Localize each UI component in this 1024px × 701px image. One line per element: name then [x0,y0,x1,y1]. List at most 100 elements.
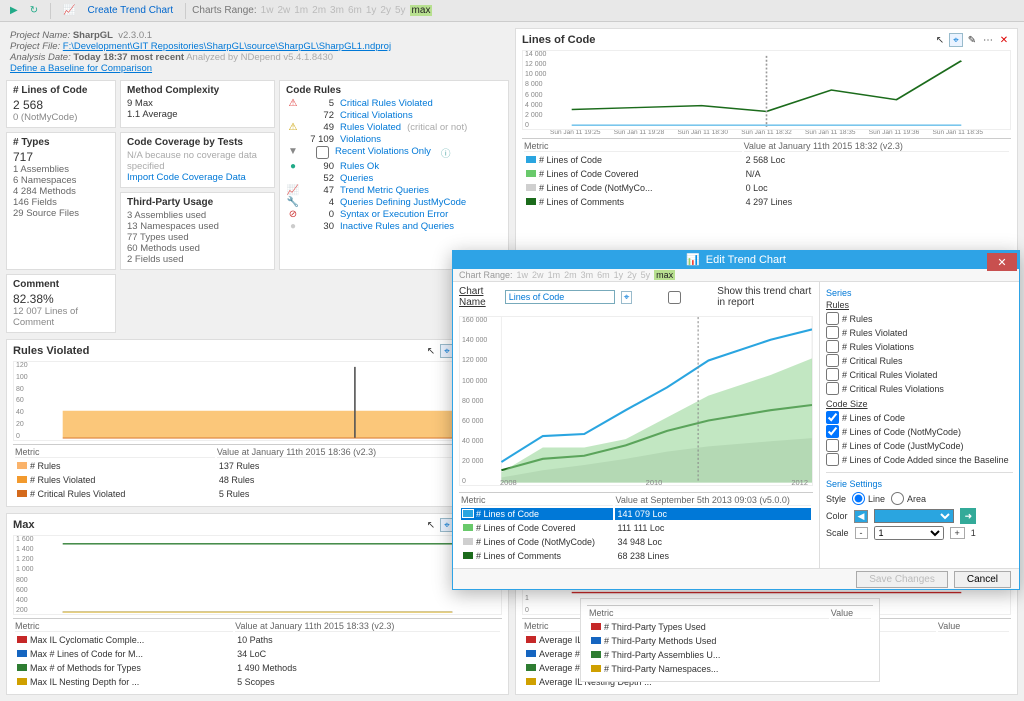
table-row[interactable]: Max # of Methods for Types1 490 Methods [15,662,500,674]
range-1y[interactable]: 1y [614,270,624,280]
range-2m[interactable]: 2m [312,5,326,16]
pencil-icon[interactable]: ✎ [965,33,979,47]
table-row[interactable]: Max IL Cyclomatic Comple...10 Paths [15,634,500,646]
series-rule-checkbox[interactable] [826,368,839,381]
table-row[interactable]: # Third-Party Types Used [589,621,871,633]
chart-lines-of-code: 14 00012 00010 0008 0006 0004 0002 0000 [522,50,1011,130]
style-area-radio[interactable] [891,492,904,505]
crosshair-icon[interactable]: ⌖ [949,33,963,47]
range-1w[interactable]: 1w [517,270,529,280]
series-rule-checkbox[interactable] [826,382,839,395]
range-3m[interactable]: 3m [581,270,594,280]
cursor-icon[interactable]: ↖ [424,518,438,532]
range-1m[interactable]: 1m [294,5,308,16]
rule-link[interactable]: Rules Ok [340,161,379,172]
top-range-group: 1w2w 1m 2m 3m 6m 1y2y 5y max [261,5,433,16]
project-file-link[interactable]: F:\Development\GIT Repositories\SharpGL\… [63,41,391,52]
create-trend-chart-link[interactable]: Create Trend Chart [82,2,180,20]
range-3m[interactable]: 3m [330,5,344,16]
range-6m[interactable]: 6m [597,270,610,280]
range-2m[interactable]: 2m [564,270,577,280]
play-icon[interactable]: ▶ [4,2,24,20]
color-prev-button[interactable]: ◀ [854,510,869,523]
range-1m[interactable]: 1m [548,270,561,280]
range-2w[interactable]: 2w [277,5,290,16]
close-icon[interactable]: ✕ [997,33,1011,47]
range-5y[interactable]: 5y [641,270,651,280]
rule-link[interactable]: Syntax or Execution Error [340,209,448,220]
rule-link[interactable]: Recent Violations Only [335,146,431,157]
rule-link[interactable]: Queries Defining JustMyCode [340,197,466,208]
table-row[interactable]: # Critical Rules Violated5 Rules [15,488,500,500]
rule-link[interactable]: Inactive Rules and Queries [340,221,454,232]
metric-table-loc: MetricValue at January 11th 2015 18:32 (… [522,138,1011,210]
tile-types: # Types 717 1 Assemblies6 Namespaces4 28… [6,132,116,270]
tile-third-party: Third-Party Usage 3 Assemblies used13 Na… [120,192,275,270]
color-apply-button[interactable]: ➜ [960,508,976,524]
cancel-button[interactable]: Cancel [954,571,1011,588]
rule-link[interactable]: Critical Violations [340,110,413,121]
baseline-link[interactable]: Define a Baseline for Comparison [10,63,152,74]
rule-link[interactable]: Rules Violated [340,122,401,133]
table-row[interactable]: # Third-Party Namespaces... [589,663,871,675]
table-row[interactable]: # Lines of Code141 079 Loc [461,508,811,520]
tile-coverage: Code Coverage by Tests N/A because no co… [120,132,275,188]
top-toolbar: ▶ ↻ 📈 Create Trend Chart Charts Range: 1… [0,0,1024,22]
range-6m[interactable]: 6m [348,5,362,16]
table-row[interactable]: # Lines of Comments4 297 Lines [524,196,1009,208]
refresh-icon[interactable]: ↻ [24,2,44,20]
rule-link[interactable]: Trend Metric Queries [340,185,429,196]
close-icon[interactable]: ✕ [987,253,1017,271]
scale-minus-button[interactable]: - [855,527,868,539]
scale-select[interactable]: 1 [874,526,944,540]
table-row[interactable]: # Lines of Code2 568 Loc [524,154,1009,166]
table-row[interactable]: # Rules137 Rules [15,460,500,472]
table-row[interactable]: Max # Lines of Code for M...34 LoC [15,648,500,660]
preview-icon[interactable]: ⌖ [621,291,633,304]
series-codesize-checkbox[interactable] [826,439,839,452]
range-1w[interactable]: 1w [261,5,274,16]
rule-link[interactable]: Critical Rules Violated [340,98,433,109]
rule-link[interactable]: Queries [340,173,373,184]
save-button[interactable]: Save Changes [856,571,948,588]
more-icon[interactable]: ⋯ [981,33,995,47]
series-rule-checkbox[interactable] [826,340,839,353]
series-rule-checkbox[interactable] [826,312,839,325]
chart-name-input[interactable] [505,290,615,304]
series-codesize-checkbox[interactable] [826,425,839,438]
edit-trend-chart-dialog: 📊Edit Trend Chart ✕ Chart Range: 1w2w1m2… [452,250,1020,590]
table-row[interactable]: # Third-Party Assemblies U... [589,649,871,661]
table-row[interactable]: # Lines of Code CoveredN/A [524,168,1009,180]
cursor-icon[interactable]: ↖ [933,33,947,47]
tile-code-rules: Code Rules ⚠5Critical Rules Violated72Cr… [279,80,509,270]
import-coverage-link[interactable]: Import Code Coverage Data [127,172,246,183]
series-codesize-checkbox[interactable] [826,411,839,424]
scale-plus-button[interactable]: + [950,527,965,539]
panel-third-party-usage: MetricValue # Third-Party Types Used# Th… [580,598,880,682]
range-2y[interactable]: 2y [627,270,637,280]
range-2w[interactable]: 2w [532,270,544,280]
dialog-range-toolbar: Chart Range: 1w2w1m2m3m6m1y2y5ymax [453,269,1019,283]
cursor-icon[interactable]: ↖ [424,344,438,358]
table-row[interactable]: # Third-Party Methods Used [589,635,871,647]
dialog-title: 📊Edit Trend Chart ✕ [453,251,1019,269]
range-2y[interactable]: 2y [380,5,391,16]
table-row[interactable]: Max IL Nesting Depth for ...5 Scopes [15,676,500,688]
range-max[interactable]: max [410,5,433,16]
style-line-radio[interactable] [852,492,865,505]
series-rule-checkbox[interactable] [826,354,839,367]
range-1y[interactable]: 1y [366,5,377,16]
table-row[interactable]: # Rules Violated48 Rules [15,474,500,486]
color-select[interactable] [874,509,954,523]
table-row[interactable]: # Lines of Code Covered111 111 Loc [461,522,811,534]
table-row[interactable]: # Lines of Code (NotMyCo...0 Loc [524,182,1009,194]
table-row[interactable]: # Lines of Comments68 238 Lines [461,550,811,562]
range-5y[interactable]: 5y [395,5,406,16]
table-row[interactable]: # Lines of Code (NotMyCode)34 948 Loc [461,536,811,548]
show-in-report-checkbox[interactable] [635,291,714,304]
series-codesize-checkbox[interactable] [826,453,839,466]
recent-violations-checkbox[interactable] [316,146,329,159]
series-rule-checkbox[interactable] [826,326,839,339]
range-max[interactable]: max [654,270,675,280]
rule-link[interactable]: Violations [340,134,381,145]
